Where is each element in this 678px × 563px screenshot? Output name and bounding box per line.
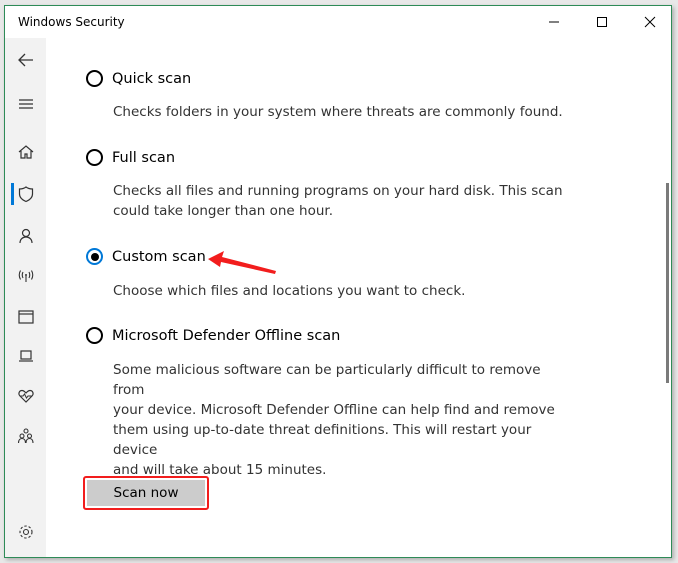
shield-icon (18, 186, 33, 203)
hamburger-icon (18, 99, 33, 109)
description-line: your device. Microsoft Defender Offline … (113, 402, 555, 418)
full-scan-label: Full scan (112, 149, 176, 166)
offline-scan-radio[interactable] (86, 327, 103, 344)
sidebar (5, 38, 46, 557)
scan-options-content: Quick scan Checks folders in your system… (46, 38, 671, 557)
sidebar-item-app-browser-control[interactable] (5, 299, 46, 335)
sidebar-item-family-options[interactable] (5, 418, 46, 454)
scan-now-button[interactable]: Scan now (87, 480, 205, 506)
person-icon (18, 228, 33, 244)
gear-icon (18, 525, 33, 539)
description-line: them using up-to-date threat definitions… (113, 422, 532, 458)
custom-scan-description: Choose which files and locations you wan… (113, 281, 573, 301)
sidebar-item-device-security[interactable] (5, 338, 46, 374)
full-scan-option[interactable]: Full scan (86, 149, 175, 166)
offline-scan-label: Microsoft Defender Offline scan (112, 327, 341, 344)
window-title: Windows Security (18, 15, 125, 29)
back-button[interactable] (5, 42, 46, 78)
heart-icon (17, 389, 34, 403)
laptop-icon (18, 350, 33, 362)
maximize-button[interactable] (579, 6, 625, 38)
description-line: Choose which files and locations you wan… (113, 283, 466, 299)
family-icon (17, 428, 34, 444)
full-scan-radio[interactable] (86, 149, 103, 166)
sidebar-item-settings[interactable] (5, 514, 46, 550)
description-line: Checks folders in your system where thre… (113, 104, 563, 120)
description-line: could take longer than one hour. (113, 203, 333, 219)
title-bar: Windows Security (5, 6, 671, 38)
offline-scan-option[interactable]: Microsoft Defender Offline scan (86, 327, 340, 344)
menu-button[interactable] (5, 86, 46, 122)
close-icon (644, 16, 656, 28)
red-arrow-annotation (208, 251, 276, 274)
sidebar-item-account-protection[interactable] (5, 218, 46, 254)
browser-window-icon (17, 310, 34, 324)
quick-scan-radio[interactable] (86, 70, 103, 87)
scan-now-highlight: Scan now (83, 476, 209, 510)
sidebar-item-virus-threat-protection[interactable] (5, 176, 46, 212)
quick-scan-option[interactable]: Quick scan (86, 70, 191, 87)
sidebar-item-device-performance-health[interactable] (5, 378, 46, 414)
full-scan-description: Checks all files and running programs on… (113, 181, 573, 221)
description-line: Some malicious software can be particula… (113, 362, 541, 398)
quick-scan-label: Quick scan (112, 70, 192, 87)
maximize-icon (597, 17, 607, 27)
wireless-icon (18, 270, 33, 282)
back-arrow-icon (17, 53, 33, 67)
close-button[interactable] (627, 6, 673, 38)
quick-scan-description: Checks folders in your system where thre… (113, 102, 573, 122)
sidebar-item-firewall-network[interactable] (5, 258, 46, 294)
vertical-scrollbar[interactable] (666, 183, 669, 383)
sidebar-item-home[interactable] (5, 134, 46, 170)
custom-scan-label: Custom scan (112, 248, 206, 265)
description-line: Checks all files and running programs on… (113, 183, 563, 199)
custom-scan-option[interactable]: Custom scan (86, 248, 206, 265)
custom-scan-radio[interactable] (86, 248, 103, 265)
minimize-button[interactable] (531, 6, 577, 38)
offline-scan-description: Some malicious software can be particula… (113, 360, 573, 480)
windows-security-window: Windows Security Quick scan Checks folde… (4, 5, 672, 558)
home-icon (18, 145, 33, 159)
radio-selected-dot (90, 252, 99, 261)
minimize-icon (549, 21, 559, 23)
